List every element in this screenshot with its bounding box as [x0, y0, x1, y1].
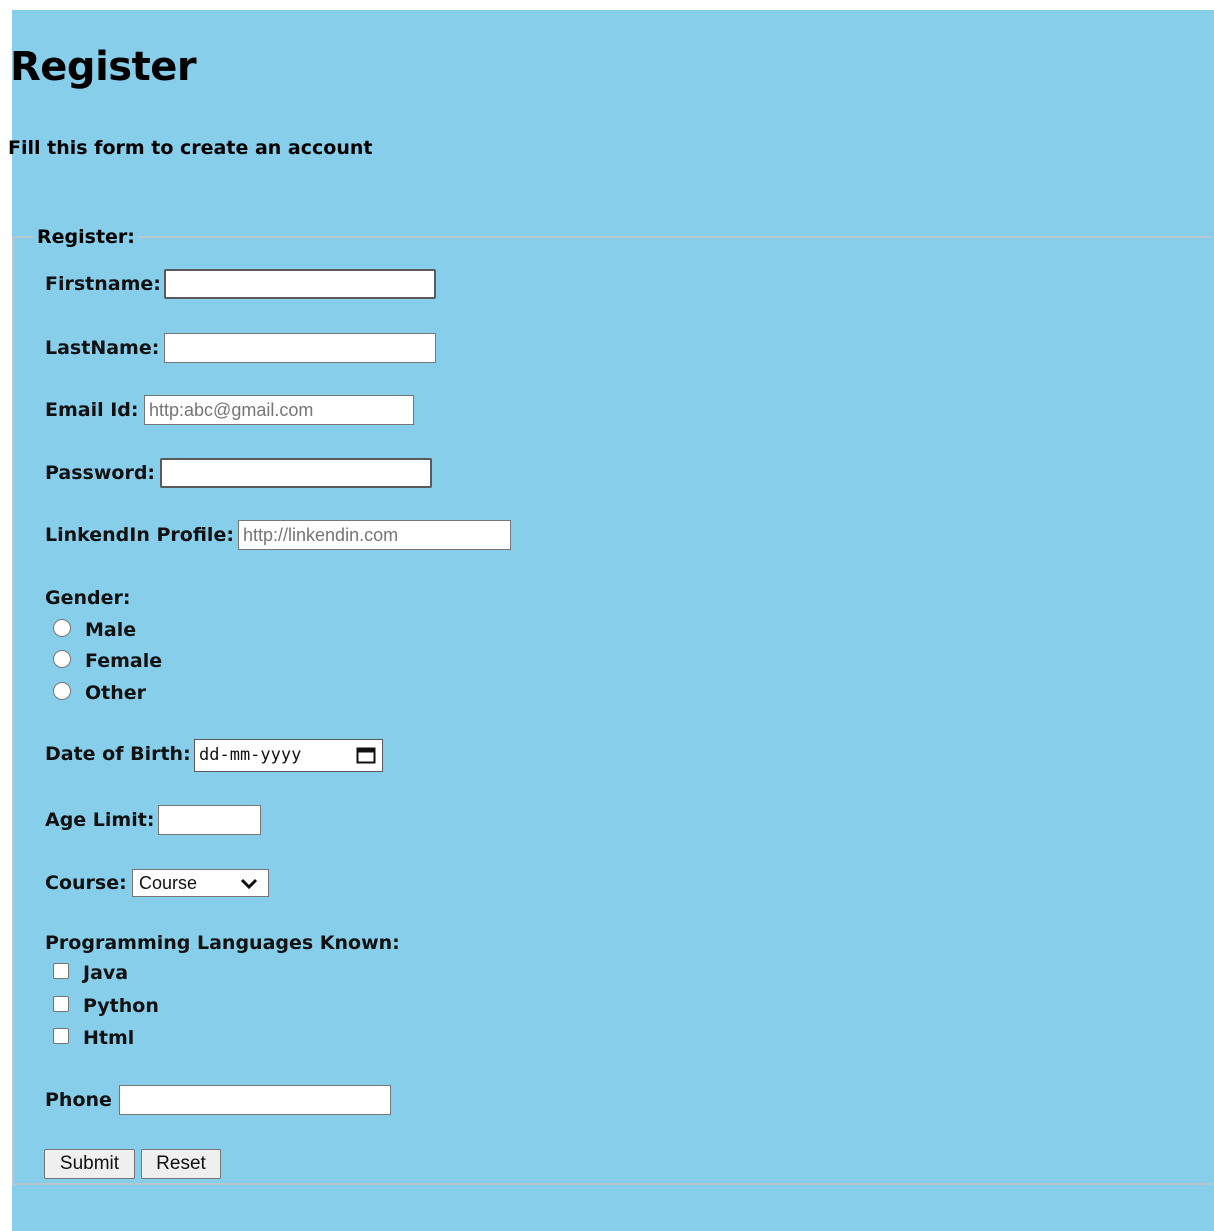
language-html-label: Html: [83, 1027, 135, 1049]
gender-female-radio[interactable]: [53, 650, 71, 668]
course-selected-value: Course: [139, 873, 198, 893]
submit-button[interactable]: Submit: [44, 1149, 135, 1179]
gender-other-label: Other: [85, 682, 147, 704]
firstname-input[interactable]: [164, 269, 436, 299]
language-html-checkbox[interactable]: [53, 1028, 69, 1044]
calendar-icon[interactable]: [356, 746, 376, 764]
email-label: Email Id:: [45, 399, 139, 421]
dob-input[interactable]: dd-mm-yyyy: [194, 739, 383, 772]
course-label: Course:: [45, 872, 127, 894]
fieldset-legend: Register:: [34, 226, 138, 248]
linkedin-label: LinkendIn Profile:: [45, 524, 234, 546]
page-title: Register: [10, 44, 197, 90]
password-input[interactable]: [160, 458, 432, 488]
gender-other-radio[interactable]: [53, 682, 71, 700]
age-label: Age Limit:: [45, 809, 155, 831]
chevron-down-icon: [240, 878, 258, 890]
gender-male-radio[interactable]: [53, 619, 71, 637]
lastname-input[interactable]: [164, 333, 436, 363]
course-select[interactable]: Course: [132, 869, 269, 897]
gender-label: Gender:: [45, 587, 131, 609]
dob-placeholder: dd-mm-yyyy: [199, 745, 302, 765]
linkedin-input[interactable]: http://linkendin.com: [238, 520, 511, 550]
language-java-checkbox[interactable]: [53, 963, 69, 979]
language-java-label: Java: [83, 962, 129, 984]
dob-label: Date of Birth:: [45, 743, 191, 765]
language-python-label: Python: [83, 995, 159, 1017]
age-input[interactable]: [158, 805, 261, 835]
page-subtitle: Fill this form to create an account: [8, 137, 373, 159]
phone-label: Phone: [45, 1089, 112, 1111]
phone-input[interactable]: [119, 1085, 391, 1115]
firstname-label: Firstname:: [45, 273, 161, 295]
lastname-label: LastName:: [45, 337, 160, 359]
password-label: Password:: [45, 462, 156, 484]
reset-button[interactable]: Reset: [141, 1149, 221, 1179]
languages-label: Programming Languages Known:: [45, 932, 400, 954]
register-fieldset: [12, 236, 1212, 1185]
gender-male-label: Male: [85, 619, 137, 641]
gender-female-label: Female: [85, 650, 163, 672]
language-python-checkbox[interactable]: [53, 996, 69, 1012]
email-input[interactable]: http:abc@gmail.com: [144, 395, 414, 425]
